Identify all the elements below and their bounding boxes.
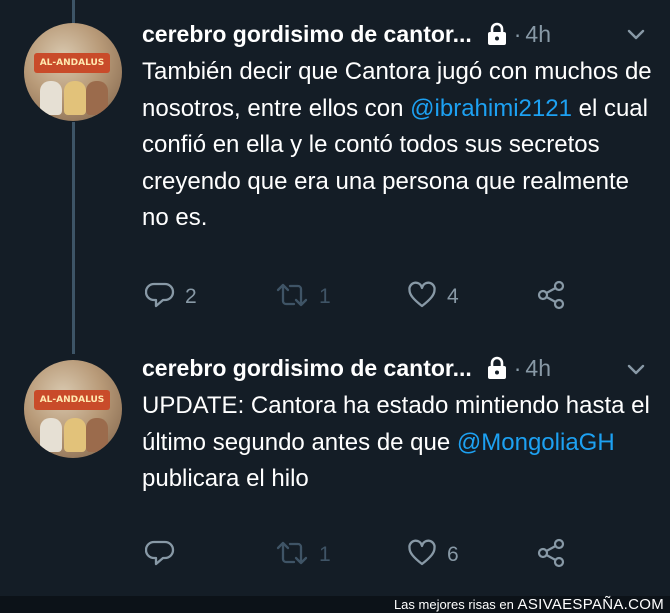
tweet-actions: 1 6 bbox=[144, 538, 625, 573]
avatar[interactable]: AL-ANDALUS bbox=[24, 360, 122, 458]
mention-link[interactable]: @ibrahimi2121 bbox=[410, 95, 572, 122]
like-button[interactable]: 6 bbox=[407, 538, 459, 573]
reply-button[interactable]: 2 bbox=[144, 280, 197, 315]
avatar-banner-text: AL-ANDALUS bbox=[34, 53, 110, 73]
share-icon bbox=[537, 280, 567, 315]
reply-count: 2 bbox=[185, 285, 197, 308]
share-button[interactable] bbox=[537, 280, 567, 315]
reply-button[interactable] bbox=[144, 538, 185, 573]
tweet-text: También decir que Cantora jugó con mucho… bbox=[142, 58, 652, 231]
retweet-icon bbox=[275, 538, 309, 573]
avatar[interactable]: AL-ANDALUS bbox=[24, 23, 122, 121]
reply-icon bbox=[144, 280, 175, 315]
lock-icon bbox=[486, 356, 508, 380]
heart-icon bbox=[407, 280, 437, 315]
chevron-down-icon[interactable] bbox=[624, 22, 648, 46]
share-icon bbox=[537, 538, 567, 573]
share-button[interactable] bbox=[537, 538, 567, 573]
retweet-count: 1 bbox=[319, 285, 331, 308]
thread-line-connector bbox=[72, 122, 75, 354]
mention-link[interactable]: @MongoliaGH bbox=[457, 429, 615, 456]
like-count: 6 bbox=[447, 543, 459, 566]
timestamp[interactable]: 4h bbox=[525, 21, 551, 48]
heart-icon bbox=[407, 538, 437, 573]
tweet-header: cerebro gordisimo de cantor... · 4h bbox=[142, 350, 551, 386]
retweet-count: 1 bbox=[319, 543, 331, 566]
like-button[interactable]: 4 bbox=[407, 280, 459, 315]
avatar-banner-text: AL-ANDALUS bbox=[34, 390, 110, 410]
author-name[interactable]: cerebro gordisimo de cantor... bbox=[142, 355, 472, 382]
watermark-bar: Las mejores risas en ASIVAESPAÑA.COM bbox=[0, 596, 670, 613]
thread-line-top bbox=[72, 0, 75, 24]
tweet-header: cerebro gordisimo de cantor... · 4h bbox=[142, 16, 551, 52]
retweet-icon bbox=[275, 280, 309, 315]
like-count: 4 bbox=[447, 285, 459, 308]
watermark: Las mejores risas en ASIVAESPAÑA.COM bbox=[394, 596, 664, 613]
watermark-prefix: Las mejores risas en bbox=[393, 597, 514, 612]
separator: · bbox=[513, 354, 522, 381]
chevron-down-icon[interactable] bbox=[624, 357, 648, 381]
timestamp[interactable]: 4h bbox=[525, 355, 551, 382]
separator: · bbox=[513, 20, 522, 47]
reply-icon bbox=[144, 538, 175, 573]
tweet-actions: 2 1 4 bbox=[144, 280, 625, 315]
tweet-text: UPDATE: Cantora ha estado mintiendo hast… bbox=[142, 392, 650, 492]
retweet-button: 1 bbox=[275, 282, 331, 312]
watermark-site: ASIVAESPAÑA.COM bbox=[517, 596, 664, 613]
retweet-button: 1 bbox=[275, 540, 331, 570]
lock-icon bbox=[486, 22, 508, 46]
author-name[interactable]: cerebro gordisimo de cantor... bbox=[142, 21, 472, 48]
